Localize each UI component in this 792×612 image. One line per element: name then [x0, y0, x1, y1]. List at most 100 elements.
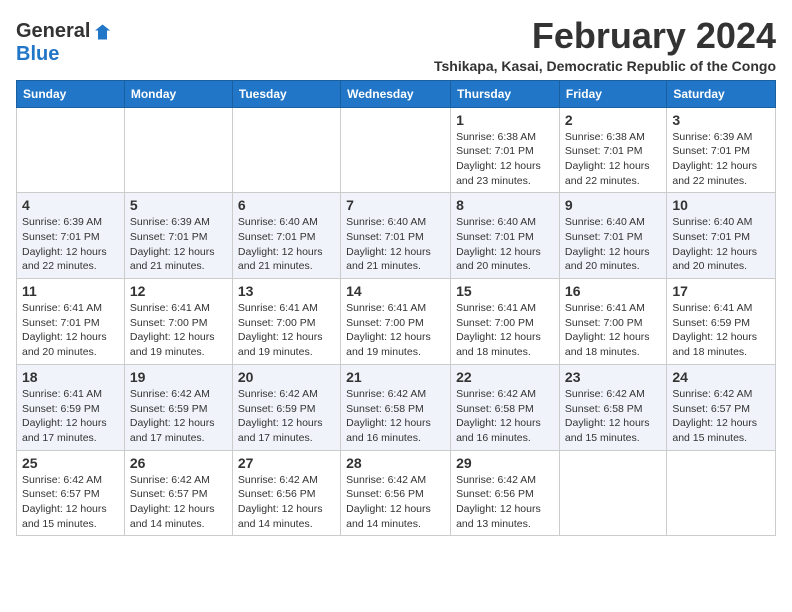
- calendar-cell: 26Sunrise: 6:42 AM Sunset: 6:57 PM Dayli…: [124, 450, 232, 536]
- day-number: 14: [346, 283, 445, 299]
- title-area: February 2024 Tshikapa, Kasai, Democrati…: [434, 16, 776, 74]
- day-number: 28: [346, 455, 445, 471]
- logo-general: General: [16, 20, 90, 43]
- day-info: Sunrise: 6:42 AM Sunset: 6:56 PM Dayligh…: [238, 473, 335, 532]
- day-info: Sunrise: 6:42 AM Sunset: 6:57 PM Dayligh…: [22, 473, 119, 532]
- day-number: 18: [22, 369, 119, 385]
- calendar-cell: 1Sunrise: 6:38 AM Sunset: 7:01 PM Daylig…: [451, 107, 560, 193]
- calendar-cell: 14 Sunrise: 6:41 AM Sunset: 7:00 PM Dayli…: [341, 279, 451, 365]
- col-sunday: Sunday: [17, 80, 125, 107]
- calendar-cell: [232, 107, 340, 193]
- calendar-cell: 27Sunrise: 6:42 AM Sunset: 6:56 PM Dayli…: [232, 450, 340, 536]
- day-info: Sunrise: 6:41 AM Sunset: 7:00 PM Dayligh…: [238, 301, 335, 360]
- calendar-cell: 24Sunrise: 6:42 AM Sunset: 6:57 PM Dayli…: [667, 364, 776, 450]
- day-info: Sunrise: 6:41 AM Sunset: 6:59 PM Dayligh…: [672, 301, 770, 360]
- day-info: Sunrise: 6:40 AM Sunset: 7:01 PM Dayligh…: [672, 215, 770, 274]
- calendar-cell: [559, 450, 666, 536]
- calendar-cell: 25 Sunrise: 6:42 AM Sunset: 6:57 PM Dayli…: [17, 450, 125, 536]
- day-info: Sunrise: 6:40 AM Sunset: 7:01 PM Dayligh…: [565, 215, 661, 274]
- calendar-cell: 8 Sunrise: 6:40 AM Sunset: 7:01 PM Daylig…: [451, 193, 560, 279]
- day-number: 3: [672, 112, 770, 128]
- day-info: Sunrise: 6:42 AM Sunset: 6:59 PM Dayligh…: [238, 387, 335, 446]
- day-number: 10: [672, 197, 770, 213]
- calendar-cell: 17 Sunrise: 6:41 AM Sunset: 6:59 PM Dayli…: [667, 279, 776, 365]
- day-info: Sunrise: 6:42 AM Sunset: 6:58 PM Dayligh…: [565, 387, 661, 446]
- calendar-cell: 2 Sunrise: 6:38 AM Sunset: 7:01 PM Daylig…: [559, 107, 666, 193]
- calendar-cell: 15 Sunrise: 6:41 AM Sunset: 7:00 PM Dayli…: [451, 279, 560, 365]
- calendar-cell: [124, 107, 232, 193]
- day-number: 20: [238, 369, 335, 385]
- day-info: Sunrise: 6:41 AM Sunset: 7:00 PM Dayligh…: [456, 301, 554, 360]
- day-number: 9: [565, 197, 661, 213]
- day-number: 26: [130, 455, 227, 471]
- day-info: Sunrise: 6:41 AM Sunset: 7:00 PM Dayligh…: [565, 301, 661, 360]
- day-number: 1: [456, 112, 554, 128]
- day-number: 16: [565, 283, 661, 299]
- day-info: Sunrise: 6:42 AM Sunset: 6:56 PM Dayligh…: [346, 473, 445, 532]
- day-info: Sunrise: 6:40 AM Sunset: 7:01 PM Dayligh…: [456, 215, 554, 274]
- calendar-cell: [17, 107, 125, 193]
- week-row-1: 1 Sunrise: 6:38 AM Sunset: 7:01 PM Daylig…: [17, 107, 776, 193]
- day-info: Sunrise: 6:40 AM Sunset: 7:01 PM Dayligh…: [346, 215, 445, 274]
- col-thursday: Thursday: [451, 80, 560, 107]
- day-info: Sunrise: 6:39 AM Sunset: 7:01 PM Dayligh…: [130, 215, 227, 274]
- day-number: 12: [130, 283, 227, 299]
- day-number: 2: [565, 112, 661, 128]
- week-row-2: 4 Sunrise: 6:39 AM Sunset: 7:01 PM Daylig…: [17, 193, 776, 279]
- calendar-cell: [341, 107, 451, 193]
- week-row-3: 11Sunrise: 6:41 AM Sunset: 7:01 PM Dayli…: [17, 279, 776, 365]
- week-row-5: 25 Sunrise: 6:42 AM Sunset: 6:57 PM Dayli…: [17, 450, 776, 536]
- day-number: 25: [22, 455, 119, 471]
- day-info: Sunrise: 6:39 AM Sunset: 7:01 PM Dayligh…: [22, 215, 119, 274]
- day-number: 19: [130, 369, 227, 385]
- calendar-cell: 9 Sunrise: 6:40 AM Sunset: 7:01 PM Daylig…: [559, 193, 666, 279]
- col-saturday: Saturday: [667, 80, 776, 107]
- location-title: Tshikapa, Kasai, Democratic Republic of …: [434, 58, 776, 74]
- col-monday: Monday: [124, 80, 232, 107]
- calendar-cell: 19 Sunrise: 6:42 AM Sunset: 6:59 PM Dayli…: [124, 364, 232, 450]
- col-wednesday: Wednesday: [341, 80, 451, 107]
- day-info: Sunrise: 6:41 AM Sunset: 7:01 PM Dayligh…: [22, 301, 119, 360]
- logo: General Blue: [16, 20, 110, 66]
- calendar-cell: 21Sunrise: 6:42 AM Sunset: 6:58 PM Dayli…: [341, 364, 451, 450]
- col-tuesday: Tuesday: [232, 80, 340, 107]
- day-number: 6: [238, 197, 335, 213]
- day-info: Sunrise: 6:42 AM Sunset: 6:58 PM Dayligh…: [456, 387, 554, 446]
- day-info: Sunrise: 6:42 AM Sunset: 6:59 PM Dayligh…: [130, 387, 227, 446]
- day-info: Sunrise: 6:41 AM Sunset: 7:00 PM Dayligh…: [130, 301, 227, 360]
- day-number: 15: [456, 283, 554, 299]
- calendar-cell: 4 Sunrise: 6:39 AM Sunset: 7:01 PM Daylig…: [17, 193, 125, 279]
- header-row: Sunday Monday Tuesday Wednesday Thursday…: [17, 80, 776, 107]
- calendar-cell: 20 Sunrise: 6:42 AM Sunset: 6:59 PM Dayli…: [232, 364, 340, 450]
- calendar-cell: 16 Sunrise: 6:41 AM Sunset: 7:00 PM Dayli…: [559, 279, 666, 365]
- day-info: Sunrise: 6:41 AM Sunset: 6:59 PM Dayligh…: [22, 387, 119, 446]
- calendar-cell: 6 Sunrise: 6:40 AM Sunset: 7:01 PM Daylig…: [232, 193, 340, 279]
- calendar-cell: 28 Sunrise: 6:42 AM Sunset: 6:56 PM Dayli…: [341, 450, 451, 536]
- calendar-cell: 11Sunrise: 6:41 AM Sunset: 7:01 PM Dayli…: [17, 279, 125, 365]
- calendar-cell: 29Sunrise: 6:42 AM Sunset: 6:56 PM Dayli…: [451, 450, 560, 536]
- day-number: 7: [346, 197, 445, 213]
- logo-icon: [92, 23, 110, 41]
- calendar-table: Sunday Monday Tuesday Wednesday Thursday…: [16, 80, 776, 537]
- day-number: 23: [565, 369, 661, 385]
- month-title: February 2024: [434, 16, 776, 56]
- day-number: 8: [456, 197, 554, 213]
- day-info: Sunrise: 6:38 AM Sunset: 7:01 PM Dayligh…: [565, 130, 661, 189]
- page-header: General Blue February 2024 Tshikapa, Kas…: [16, 16, 776, 74]
- day-info: Sunrise: 6:42 AM Sunset: 6:58 PM Dayligh…: [346, 387, 445, 446]
- logo-blue: Blue: [16, 43, 59, 66]
- calendar-cell: [667, 450, 776, 536]
- col-friday: Friday: [559, 80, 666, 107]
- day-number: 4: [22, 197, 119, 213]
- day-info: Sunrise: 6:40 AM Sunset: 7:01 PM Dayligh…: [238, 215, 335, 274]
- calendar-cell: 3 Sunrise: 6:39 AM Sunset: 7:01 PM Daylig…: [667, 107, 776, 193]
- calendar-cell: 22 Sunrise: 6:42 AM Sunset: 6:58 PM Dayli…: [451, 364, 560, 450]
- day-number: 29: [456, 455, 554, 471]
- day-number: 22: [456, 369, 554, 385]
- day-info: Sunrise: 6:39 AM Sunset: 7:01 PM Dayligh…: [672, 130, 770, 189]
- day-info: Sunrise: 6:41 AM Sunset: 7:00 PM Dayligh…: [346, 301, 445, 360]
- day-number: 17: [672, 283, 770, 299]
- week-row-4: 18 Sunrise: 6:41 AM Sunset: 6:59 PM Dayli…: [17, 364, 776, 450]
- calendar-cell: 18 Sunrise: 6:41 AM Sunset: 6:59 PM Dayli…: [17, 364, 125, 450]
- calendar-cell: 12 Sunrise: 6:41 AM Sunset: 7:00 PM Dayli…: [124, 279, 232, 365]
